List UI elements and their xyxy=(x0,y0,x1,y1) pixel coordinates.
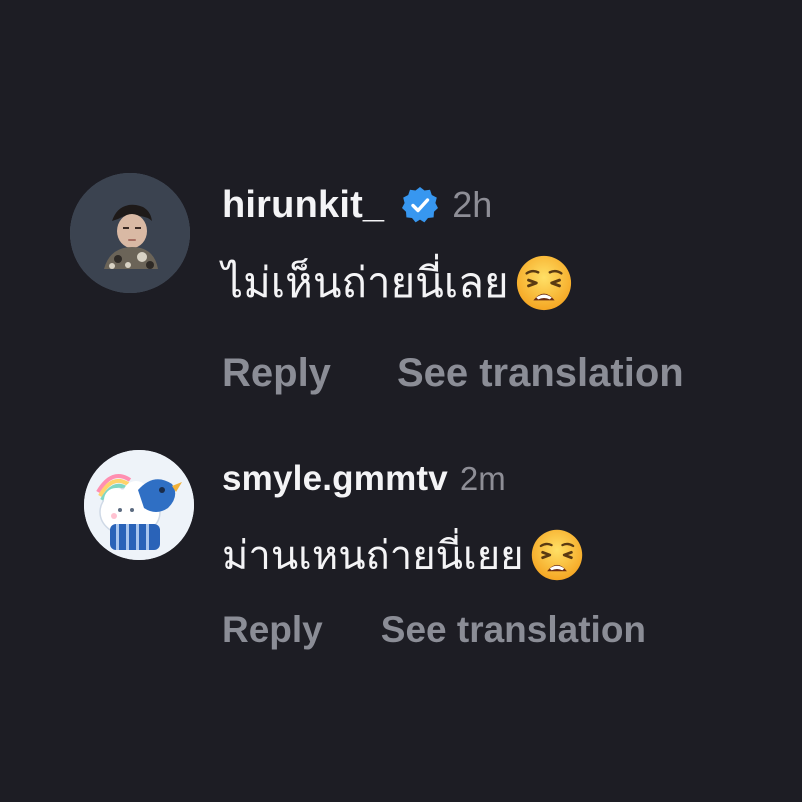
avatar-image-icon xyxy=(84,450,194,560)
comment-item: smyle.gmmtv 2m ม่านเหนถ่ายนี่เยย Reply S… xyxy=(0,430,802,802)
weary-face-icon xyxy=(530,528,584,582)
comment-text: ไม่เห็นถ่ายนี่เลย xyxy=(222,258,509,307)
comment-header: hirunkit_ 2h xyxy=(222,180,492,230)
weary-face-icon xyxy=(515,254,573,312)
username[interactable]: hirunkit_ xyxy=(222,184,384,227)
comment-actions: Reply See translation xyxy=(222,346,684,400)
comment-timestamp: 2h xyxy=(452,184,493,225)
comment-actions: Reply See translation xyxy=(222,606,646,654)
comment-item: hirunkit_ 2h ไม่เห็นถ่ายนี่เลย Reply See… xyxy=(0,0,802,430)
see-translation-button[interactable]: See translation xyxy=(397,351,684,396)
reply-button[interactable]: Reply xyxy=(222,351,331,396)
comment-timestamp: 2m xyxy=(459,460,506,497)
user-avatar[interactable] xyxy=(70,173,190,293)
comment-text: ม่านเหนถ่ายนี่เยย xyxy=(222,533,524,579)
comment-header: smyle.gmmtv 2m xyxy=(222,456,506,502)
verified-badge-icon xyxy=(400,185,440,225)
comment-body: ไม่เห็นถ่ายนี่เลย xyxy=(222,248,573,318)
reply-button[interactable]: Reply xyxy=(222,609,323,651)
user-avatar[interactable] xyxy=(84,450,194,560)
comment-body: ม่านเหนถ่ายนี่เยย xyxy=(222,522,584,588)
avatar-image-icon xyxy=(70,173,190,293)
see-translation-button[interactable]: See translation xyxy=(381,609,646,651)
username[interactable]: smyle.gmmtv xyxy=(222,459,448,499)
